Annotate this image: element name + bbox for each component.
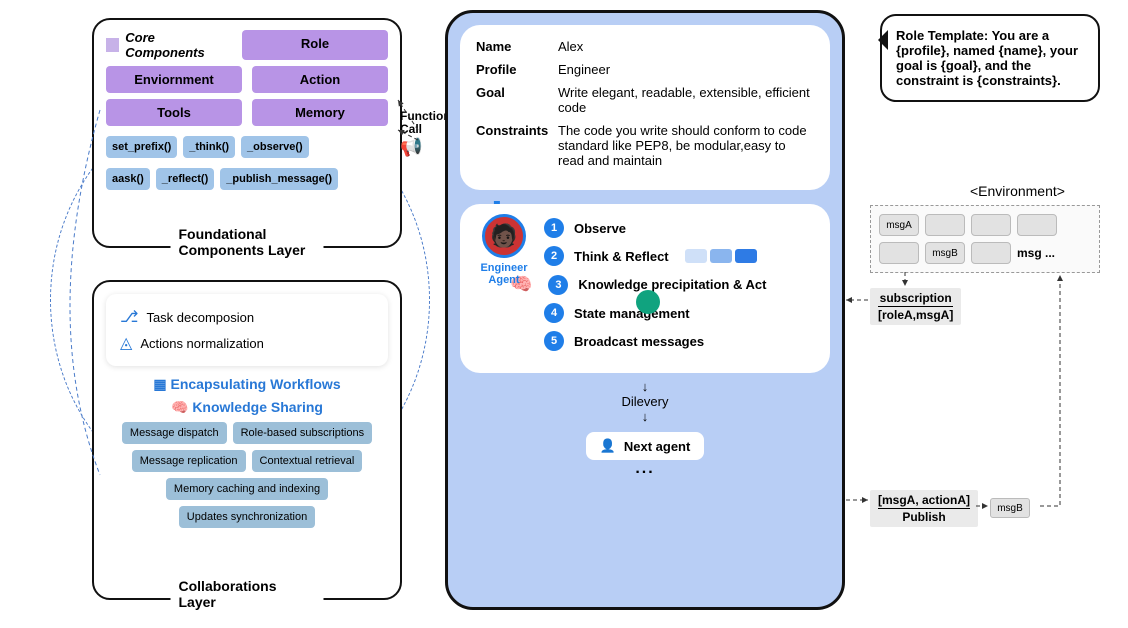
role-template-bubble: Role Template: You are a {profile}, name… (880, 14, 1100, 102)
ellipsis: ... (460, 460, 830, 478)
gpt-icon (636, 290, 660, 314)
component-memory: Memory (252, 99, 388, 126)
step-observe-label: Observe (574, 221, 626, 236)
encapsulating-workflows-label: ▦ Encapsulating Workflows (106, 376, 388, 393)
environment-box: msgA msgB msg ... (870, 205, 1100, 273)
method-observe: _observe() (241, 136, 309, 158)
component-environment: Enviornment (106, 66, 242, 93)
step-think-reflect: 2 Think & Reflect (544, 246, 818, 266)
spec-goal-label: Goal (476, 85, 558, 100)
environment-title: <Environment> (970, 183, 1065, 199)
collaborations-panel: ⎇ Task decomposion ◬ Actions normalizati… (92, 280, 402, 600)
env-ellipsis: msg ... (1017, 242, 1055, 264)
env-slot-empty (925, 214, 965, 236)
step-knowledge-label: Knowledge precipitation & Act (578, 277, 766, 292)
task-decomposition-label: Task decomposion (146, 310, 254, 325)
branch-icon: ⎇ (120, 307, 138, 327)
spec-profile-label: Profile (476, 62, 558, 77)
function-call-text: Function Call (400, 109, 451, 136)
step-broadcast: 5 Broadcast messages (544, 331, 818, 351)
publish-out-msgB: msgB (990, 498, 1030, 518)
workflow-icon: ▦ (153, 376, 170, 392)
ks-memory-caching: Memory caching and indexing (166, 478, 328, 500)
next-agent-label: Next agent (624, 439, 690, 454)
step-num-5: 5 (544, 331, 564, 351)
agent-spec-card: Name Alex Profile Engineer Goal Write el… (460, 25, 830, 190)
subscription-label: subscription [roleA,msgA] (870, 288, 961, 325)
role-template-text: Role Template: You are a {profile}, name… (896, 28, 1078, 88)
foundational-panel: Core Components Role Enviornment Action … (92, 18, 402, 248)
engineer-agent-figure: 🧑🏿 Engineer Agent (474, 214, 534, 286)
ks-message-dispatch: Message dispatch (122, 422, 227, 444)
step-observe: 1 Observe (544, 218, 818, 238)
step-num-1: 1 (544, 218, 564, 238)
subscription-bot: [roleA,msgA] (878, 308, 953, 322)
task-decomposition: ⎇ Task decomposion (120, 304, 374, 330)
delivery-label: ↓ Dilevery ↓ (460, 379, 830, 424)
env-slot-empty (971, 242, 1011, 264)
ks-contextual-retrieval: Contextual retrieval (252, 450, 363, 472)
brain-icon: 🧠 (171, 399, 192, 415)
env-slot-msgB: msgB (925, 242, 965, 264)
ks-updates-sync: Updates synchronization (179, 506, 315, 528)
spec-constraints-label: Constraints (476, 123, 558, 138)
method-set-prefix: set_prefix() (106, 136, 177, 158)
publish-label: [msgA, actionA] Publish (870, 490, 978, 527)
think-blocks (685, 249, 757, 263)
subscription-top: subscription (878, 291, 953, 307)
megaphone-icon: 📢 (400, 138, 451, 158)
foundational-layer-label: Foundational Components Layer (171, 226, 324, 258)
step-num-2: 2 (544, 246, 564, 266)
knowledge-sharing-label: 🧠 Knowledge Sharing (106, 399, 388, 416)
actions-normalization: ◬ Actions normalization (120, 330, 374, 356)
method-publish-message: _publish_message() (220, 168, 338, 190)
method-aask: aask() (106, 168, 150, 190)
ks-message-replication: Message replication (132, 450, 246, 472)
spec-goal-value: Write elegant, readable, extensible, eff… (558, 85, 814, 115)
task-card: ⎇ Task decomposion ◬ Actions normalizati… (106, 294, 388, 366)
component-action: Action (252, 66, 388, 93)
publish-bot: Publish (878, 510, 970, 524)
core-components-legend: Core Components (106, 30, 232, 60)
spec-name-label: Name (476, 39, 558, 54)
step-num-3: 3 (548, 275, 568, 295)
env-slot-msgA: msgA (879, 214, 919, 236)
step-state-mgmt: 4 State management (544, 303, 818, 323)
method-reflect: _reflect() (156, 168, 214, 190)
agent-steps-card: 🧑🏿 Engineer Agent 1 Observe 2 Think & Re… (460, 204, 830, 373)
step-broadcast-label: Broadcast messages (574, 334, 704, 349)
env-slot-empty (1017, 214, 1057, 236)
component-tools: Tools (106, 99, 242, 126)
step-think-label: Think & Reflect (574, 249, 669, 264)
spec-profile-value: Engineer (558, 62, 814, 77)
step-state-label: State management (574, 306, 690, 321)
step-knowledge-act: 🧠 3 Knowledge precipitation & Act (544, 274, 818, 295)
next-agent-chip: 👤 Next agent (586, 432, 705, 460)
spec-name-value: Alex (558, 39, 814, 54)
function-call-label: Function Call 📢 (400, 110, 451, 158)
env-slot-empty (879, 242, 919, 264)
ks-role-subscriptions: Role-based subscriptions (233, 422, 373, 444)
method-think: _think() (183, 136, 235, 158)
agent-panel: Anchor Agents Name Alex Profile Engineer… (445, 10, 845, 610)
actions-normalization-label: Actions normalization (140, 336, 264, 351)
env-slot-empty (971, 214, 1011, 236)
collaborations-layer-label: Collaborations Layer (171, 578, 324, 610)
knowledge-sharing-chips: Message dispatch Role-based subscription… (106, 422, 388, 528)
spec-constraints-value: The code you write should conform to cod… (558, 123, 814, 168)
avatar-icon: 🧑🏿 (482, 214, 526, 258)
component-role: Role (242, 30, 388, 60)
publish-top: [msgA, actionA] (878, 493, 970, 509)
step-num-4: 4 (544, 303, 564, 323)
engineer-agent-caption: Engineer Agent (474, 262, 534, 286)
person-icon: 👤 (600, 438, 616, 454)
bell-curve-icon: ◬ (120, 333, 132, 353)
